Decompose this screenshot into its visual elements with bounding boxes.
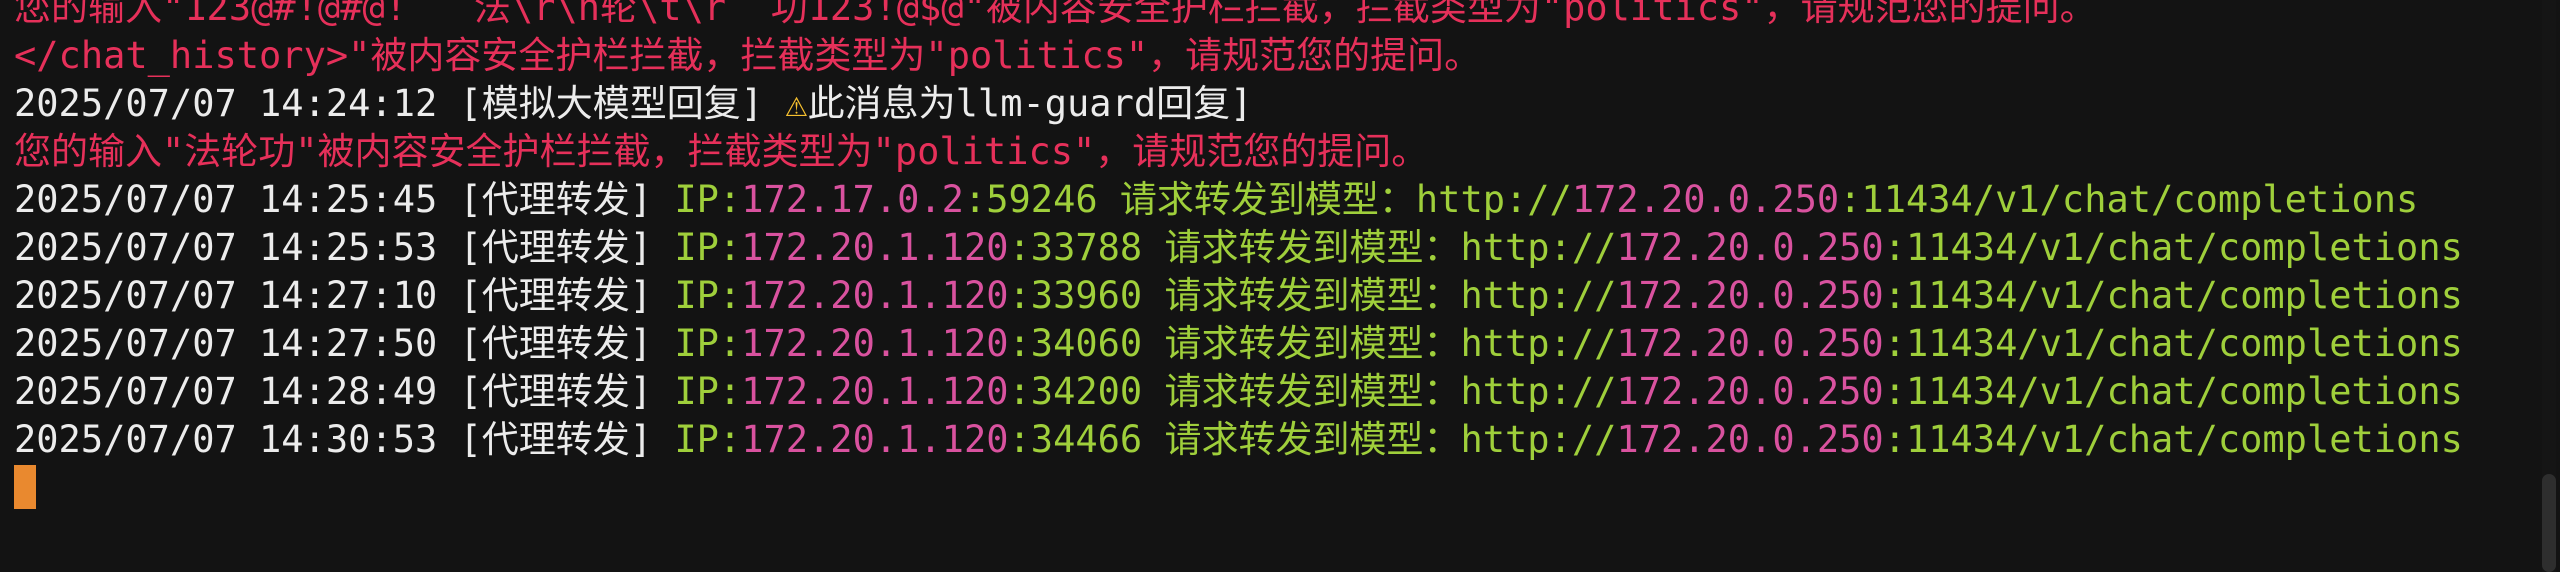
ip-label: IP: (674, 178, 742, 221)
mock-reply-line: 2025/07/07 14:24:12 [模拟大模型回复] ⚠此消息为llm-g… (14, 80, 2524, 128)
timestamp: 2025/07/07 14:28:49 (14, 370, 438, 413)
timestamp: 2025/07/07 14:25:45 (14, 178, 438, 221)
port: :34466 (1008, 418, 1143, 461)
prompt-line[interactable] (14, 464, 2524, 512)
blocked-message-text: 您的输入"123@#!@#@! 法\r\n轮\t\r 功123!@$@"被内容安… (14, 0, 2097, 29)
timestamp: 2025/07/07 14:25:53 (14, 226, 438, 269)
url-host: 172.20.0.250 (1616, 226, 1884, 269)
ip-address: 172.20.1.120 (741, 322, 1009, 365)
ip-label: IP: (674, 226, 742, 269)
forward-message: 请求转发到模型： (1142, 418, 1461, 461)
ip-address: 172.20.1.120 (741, 274, 1009, 317)
proxy-log-line: 2025/07/07 14:25:45 [代理转发] IP:172.17.0.2… (14, 176, 2524, 224)
url-path: :11434/v1/chat/completions (1883, 418, 2463, 461)
url-host: 172.20.0.250 (1616, 274, 1884, 317)
log-tag: [模拟大模型回复] (459, 82, 764, 125)
port: :33788 (1008, 226, 1143, 269)
proxy-log-line: 2025/07/07 14:27:50 [代理转发] IP:172.20.1.1… (14, 320, 2524, 368)
proxy-log-line: 2025/07/07 14:25:53 [代理转发] IP:172.20.1.1… (14, 224, 2524, 272)
log-tag: [代理转发] (459, 226, 653, 269)
forward-message: 请求转发到模型： (1142, 274, 1461, 317)
log-tag: [代理转发] (459, 370, 653, 413)
url-path: :11434/v1/chat/completions (1883, 370, 2463, 413)
forward-message: 请求转发到模型： (1097, 178, 1416, 221)
warning-icon: ⚠ (785, 82, 808, 125)
log-tag: [代理转发] (459, 178, 653, 221)
blocked-message-line: 您的输入"123@#!@#@! 法\r\n轮\t\r 功123!@$@"被内容安… (14, 0, 2524, 32)
terminal-cursor[interactable] (14, 464, 36, 509)
mock-reply-text: 此消息为llm-guard回复] (807, 82, 1253, 125)
timestamp: 2025/07/07 14:27:50 (14, 322, 438, 365)
timestamp: 2025/07/07 14:24:12 (14, 82, 438, 125)
blocked-message-text: 您的输入"法轮功"被内容安全护栏拦截，拦截类型为"politics"，请规范您的… (14, 130, 1429, 173)
port: :34060 (1008, 322, 1143, 365)
url-host: 172.20.0.250 (1616, 370, 1884, 413)
ip-address: 172.17.0.2 (741, 178, 964, 221)
url-host: 172.20.0.250 (1571, 178, 1840, 221)
url-protocol: http:// (1415, 178, 1572, 221)
scrollbar[interactable] (2542, 0, 2556, 572)
timestamp: 2025/07/07 14:27:10 (14, 274, 438, 317)
url-host: 172.20.0.250 (1616, 418, 1884, 461)
ip-label: IP: (674, 274, 742, 317)
forward-message: 请求转发到模型： (1142, 370, 1461, 413)
ip-label: IP: (674, 370, 742, 413)
blocked-message-text: </chat_history>"被内容安全护栏拦截，拦截类型为"politics… (14, 34, 1482, 77)
log-tag: [代理转发] (459, 418, 653, 461)
url-protocol: http:// (1460, 226, 1617, 269)
url-protocol: http:// (1460, 370, 1617, 413)
url-path: :11434/v1/chat/completions (1839, 178, 2419, 221)
url-host: 172.20.0.250 (1616, 322, 1884, 365)
proxy-log-line: 2025/07/07 14:28:49 [代理转发] IP:172.20.1.1… (14, 368, 2524, 416)
forward-message: 请求转发到模型： (1142, 226, 1461, 269)
ip-address: 172.20.1.120 (741, 418, 1009, 461)
forward-message: 请求转发到模型： (1142, 322, 1461, 365)
proxy-log-line: 2025/07/07 14:27:10 [代理转发] IP:172.20.1.1… (14, 272, 2524, 320)
ip-label: IP: (674, 418, 742, 461)
ip-address: 172.20.1.120 (741, 370, 1009, 413)
port: :59246 (963, 178, 1098, 221)
url-path: :11434/v1/chat/completions (1883, 226, 2463, 269)
timestamp: 2025/07/07 14:30:53 (14, 418, 438, 461)
blocked-message-line: 您的输入"法轮功"被内容安全护栏拦截，拦截类型为"politics"，请规范您的… (14, 128, 2524, 176)
port: :33960 (1008, 274, 1143, 317)
ip-address: 172.20.1.120 (741, 226, 1009, 269)
blocked-message-line: </chat_history>"被内容安全护栏拦截，拦截类型为"politics… (14, 32, 2524, 80)
ip-label: IP: (674, 322, 742, 365)
terminal-output[interactable]: 您的输入"123@#!@#@! 法\r\n轮\t\r 功123!@$@"被内容安… (14, 0, 2524, 512)
log-tag: [代理转发] (459, 322, 653, 365)
port: :34200 (1008, 370, 1143, 413)
url-path: :11434/v1/chat/completions (1883, 274, 2463, 317)
log-tag: [代理转发] (459, 274, 653, 317)
url-protocol: http:// (1460, 322, 1617, 365)
url-protocol: http:// (1460, 418, 1617, 461)
url-protocol: http:// (1460, 274, 1617, 317)
scrollbar-thumb[interactable] (2542, 474, 2556, 572)
proxy-log-line: 2025/07/07 14:30:53 [代理转发] IP:172.20.1.1… (14, 416, 2524, 464)
url-path: :11434/v1/chat/completions (1883, 322, 2463, 365)
